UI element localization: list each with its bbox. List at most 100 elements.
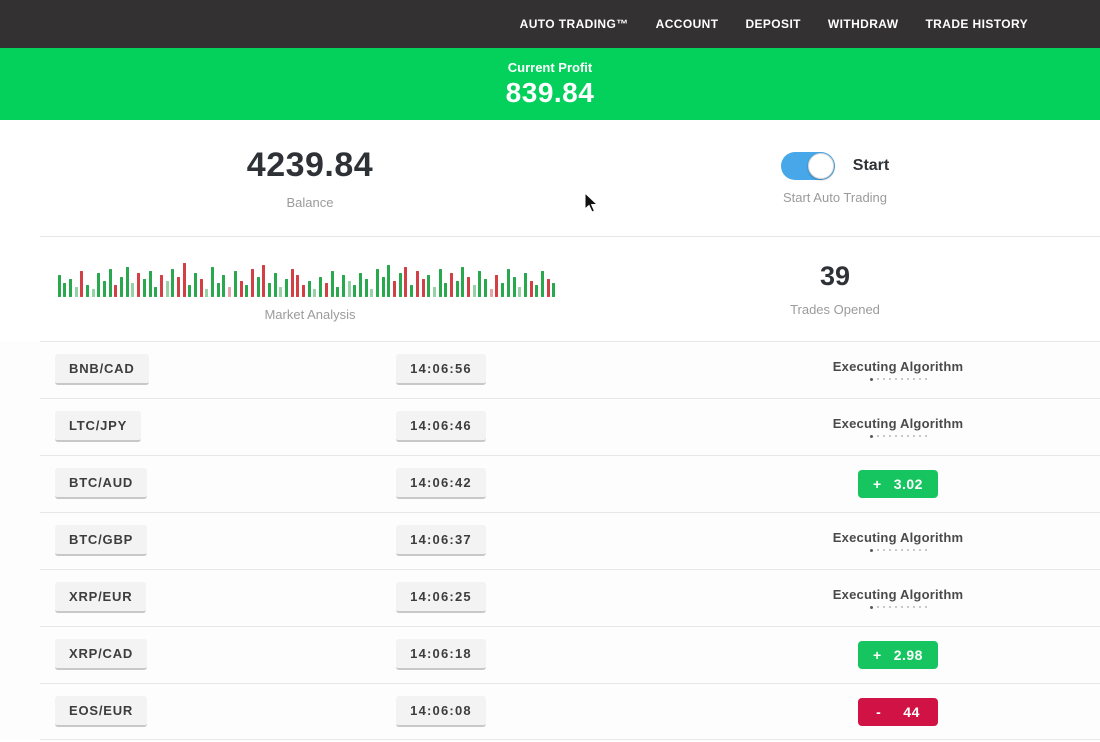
market-bar (444, 283, 447, 297)
pair-chip: BNB/CAD (55, 354, 149, 385)
market-bar (126, 267, 129, 297)
result-sign: - (876, 704, 881, 720)
market-bar (484, 279, 487, 297)
market-bar (262, 265, 265, 297)
market-bar (387, 265, 390, 297)
market-bar (313, 289, 316, 297)
market-bar (279, 287, 282, 297)
market-bar (177, 277, 180, 297)
market-bar (382, 277, 385, 297)
market-bar (541, 271, 544, 297)
market-bar (268, 283, 271, 297)
market-bar (410, 285, 413, 297)
market-bar (251, 269, 254, 297)
time-chip: 14:06:46 (396, 411, 486, 442)
progress-dots (748, 435, 1048, 438)
loss-badge: - 44 (858, 698, 938, 726)
trade-row: XRP/EUR 14:06:25 Executing Algorithm (0, 569, 1100, 626)
market-bar (302, 285, 305, 297)
pair-chip: XRP/EUR (55, 582, 146, 613)
market-bar (205, 289, 208, 297)
nav-item-trade-history[interactable]: TRADE HISTORY (925, 17, 1028, 31)
current-profit-value: 839.84 (506, 77, 595, 109)
market-bar (399, 273, 402, 297)
nav-item-account[interactable]: ACCOUNT (656, 17, 719, 31)
result-value: 3.02 (894, 476, 923, 492)
trade-row: BNB/CAD 14:06:56 Executing Algorithm (0, 341, 1100, 398)
market-bar (194, 273, 197, 297)
market-analysis-cell: Market Analysis (0, 237, 620, 341)
market-analysis-chart (58, 257, 563, 297)
nav-item-withdraw[interactable]: WITHDRAW (828, 17, 899, 31)
auto-trading-app: AUTO TRADING™ ACCOUNT DEPOSIT WITHDRAW TRADE… (0, 0, 1100, 742)
market-bar (234, 271, 237, 297)
market-bar (547, 279, 550, 297)
executing-algorithm-label: Executing Algorithm (748, 416, 1048, 431)
progress-dots (748, 606, 1048, 609)
market-bar (228, 287, 231, 297)
market-bar (92, 289, 95, 297)
market-bar (416, 271, 419, 297)
market-bar (376, 269, 379, 297)
market-bar (58, 275, 61, 297)
balance-cell: 4239.84 Balance (0, 120, 620, 236)
market-bar (171, 269, 174, 297)
market-bar (319, 277, 322, 297)
market-bar (114, 285, 117, 297)
pair-chip: BTC/GBP (55, 525, 147, 556)
market-bar (80, 271, 83, 297)
executing-algorithm-label: Executing Algorithm (748, 587, 1048, 602)
market-bar (69, 279, 72, 297)
top-navbar: AUTO TRADING™ ACCOUNT DEPOSIT WITHDRAW TRADE… (0, 0, 1100, 48)
market-bar (433, 287, 436, 297)
trades-opened-label: Trades Opened (790, 302, 880, 317)
nav-item-deposit[interactable]: DEPOSIT (745, 17, 800, 31)
result-sign: + (873, 476, 882, 492)
toggle-label: Start (853, 157, 889, 175)
market-bar (353, 285, 356, 297)
market-analysis-row: Market Analysis 39 Trades Opened (0, 237, 1100, 341)
trade-row: BTC/GBP 14:06:37 Executing Algorithm (0, 512, 1100, 569)
market-bar (535, 285, 538, 297)
auto-trading-toggle[interactable] (781, 152, 835, 180)
market-bar (495, 275, 498, 297)
market-bar (154, 287, 157, 297)
market-bar (131, 283, 134, 297)
balance-row: 4239.84 Balance Start Start Auto Trading (0, 120, 1100, 236)
market-bar (331, 271, 334, 297)
time-chip: 14:06:42 (396, 468, 486, 499)
market-bar (552, 283, 555, 297)
trade-row: EOS/EUR 14:06:08 - 44 (0, 683, 1100, 740)
market-bar (274, 273, 277, 297)
balance-label: Balance (287, 195, 334, 210)
market-bar (200, 279, 203, 297)
trade-row: LTC/JPY 14:06:46 Executing Algorithm (0, 398, 1100, 455)
market-bar (524, 273, 527, 297)
balance-value: 4239.84 (247, 146, 373, 185)
market-bar (439, 269, 442, 297)
time-chip: 14:06:18 (396, 639, 486, 670)
current-profit-banner: Current Profit 839.84 (0, 48, 1100, 120)
market-bar (166, 281, 169, 297)
market-bar (325, 283, 328, 297)
auto-trading-label: Start Auto Trading (783, 190, 887, 205)
market-bar (336, 287, 339, 297)
market-bar (365, 279, 368, 297)
market-bar (490, 289, 493, 297)
trades-list: BNB/CAD 14:06:56 Executing Algorithm (0, 341, 1100, 740)
trade-row: BTC/AUD 14:06:42 + 3.02 (0, 455, 1100, 512)
market-bar (518, 287, 521, 297)
market-bar (160, 275, 163, 297)
market-bar (393, 281, 396, 297)
time-chip: 14:06:08 (396, 696, 486, 727)
market-bar (240, 281, 243, 297)
market-bar (86, 285, 89, 297)
time-chip: 14:06:56 (396, 354, 486, 385)
profit-badge: + 3.02 (858, 470, 938, 498)
market-bar (513, 277, 516, 297)
nav-item-auto-trading[interactable]: AUTO TRADING™ (520, 17, 629, 31)
executing-algorithm-label: Executing Algorithm (748, 530, 1048, 545)
market-bar (188, 285, 191, 297)
market-bar (359, 273, 362, 297)
toggle-knob (808, 153, 834, 179)
